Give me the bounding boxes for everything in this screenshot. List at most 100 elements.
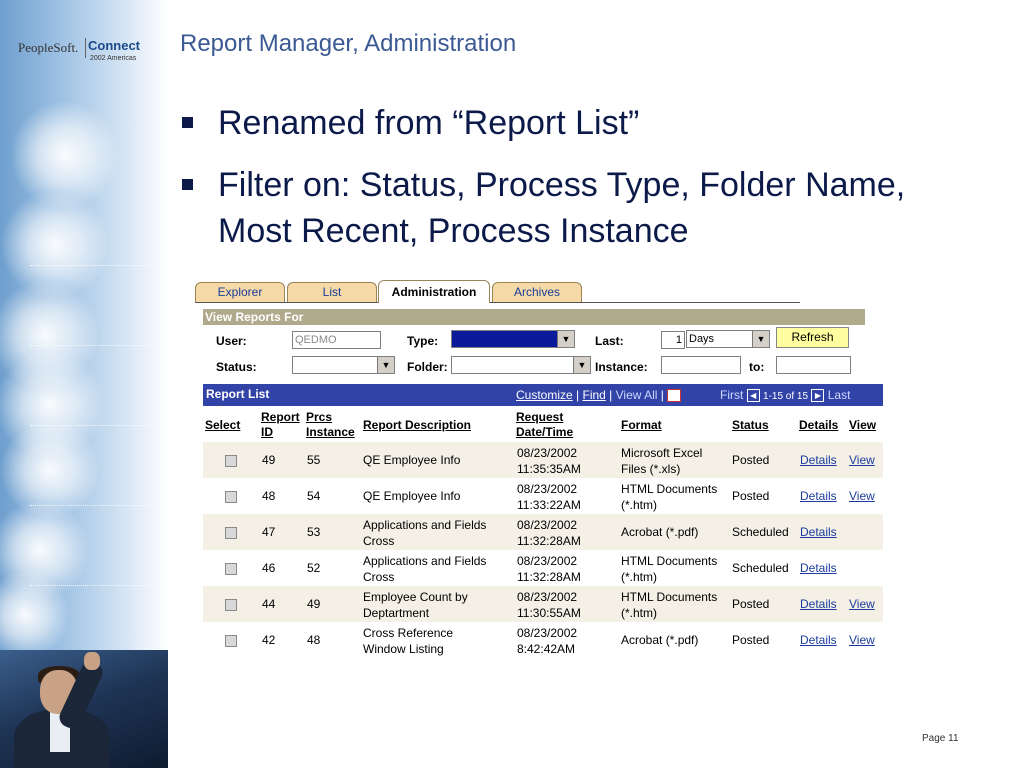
decor-line bbox=[30, 425, 160, 426]
report-id: 48 bbox=[262, 489, 276, 503]
status-label: Status: bbox=[216, 360, 257, 374]
table-row: 46 52 Applications and Fields Cross 08/2… bbox=[203, 550, 883, 586]
col-request-line2: Date/Time bbox=[516, 425, 574, 439]
first-label[interactable]: First bbox=[720, 388, 743, 402]
find-link[interactable]: Find bbox=[582, 388, 605, 402]
col-report-description[interactable]: Report Description bbox=[363, 418, 471, 433]
bullet-text: Filter on: Status, Process Type, Folder … bbox=[218, 166, 906, 250]
last-count-input[interactable]: 1 bbox=[661, 331, 685, 349]
select-checkbox[interactable] bbox=[225, 455, 237, 467]
col-details[interactable]: Details bbox=[799, 418, 838, 433]
select-checkbox[interactable] bbox=[225, 563, 237, 575]
chevron-down-icon: ▼ bbox=[752, 331, 769, 347]
report-id: 47 bbox=[262, 525, 276, 539]
type-label: Type: bbox=[407, 334, 439, 348]
select-checkbox[interactable] bbox=[225, 491, 237, 503]
select-checkbox[interactable] bbox=[225, 599, 237, 611]
table-row: 47 53 Applications and Fields Cross 08/2… bbox=[203, 514, 883, 550]
tab-archives[interactable]: Archives bbox=[492, 282, 582, 302]
report-description: Applications and Fields bbox=[363, 554, 487, 568]
report-description-line2: Cross bbox=[363, 570, 395, 584]
customize-link[interactable]: Customize bbox=[516, 388, 573, 402]
select-checkbox[interactable] bbox=[225, 527, 237, 539]
col-view[interactable]: View bbox=[849, 418, 876, 433]
col-report-id-line2: ID bbox=[261, 425, 273, 439]
download-spreadsheet-icon[interactable] bbox=[667, 389, 682, 403]
tab-explorer[interactable]: Explorer bbox=[195, 282, 285, 302]
format: Acrobat (*.pdf) bbox=[621, 525, 699, 539]
col-select[interactable]: Select bbox=[205, 418, 240, 433]
businessman-photo bbox=[0, 650, 168, 768]
request-time: 11:32:28AM bbox=[517, 534, 581, 548]
col-format[interactable]: Format bbox=[621, 418, 662, 433]
col-report-id-line1: Report bbox=[261, 410, 300, 424]
decor-line bbox=[30, 265, 160, 266]
page-range: 1-15 of 15 bbox=[763, 391, 809, 402]
request-date: 08/23/2002 bbox=[517, 554, 578, 568]
tab-list[interactable]: List bbox=[287, 282, 377, 302]
instance-to-input[interactable] bbox=[776, 356, 851, 374]
report-id: 44 bbox=[262, 597, 276, 611]
details-link[interactable]: Details bbox=[800, 452, 837, 468]
next-arrow-icon[interactable]: ▶ bbox=[811, 389, 825, 403]
prev-arrow-icon[interactable]: ◀ bbox=[746, 389, 760, 403]
view-link[interactable]: View bbox=[849, 452, 875, 468]
col-request-line1: Request bbox=[516, 410, 564, 424]
bullet-square-icon bbox=[182, 117, 193, 128]
view-link[interactable]: View bbox=[849, 488, 875, 504]
folder-select[interactable]: ▼ bbox=[451, 356, 591, 374]
view-link[interactable]: View bbox=[849, 596, 875, 612]
user-label: User: bbox=[216, 334, 247, 348]
user-input[interactable]: QEDMO bbox=[292, 331, 381, 349]
report-description-line2: Deptartment bbox=[363, 606, 430, 620]
view-all-link[interactable]: View All bbox=[616, 388, 658, 402]
report-description: Employee Count by bbox=[363, 590, 468, 604]
status: Posted bbox=[732, 453, 770, 467]
col-status[interactable]: Status bbox=[732, 418, 769, 433]
format: Acrobat (*.pdf) bbox=[621, 633, 699, 647]
chevron-down-icon: ▼ bbox=[573, 357, 590, 373]
col-report-id[interactable]: Report ID bbox=[261, 410, 300, 440]
refresh-button[interactable]: Refresh bbox=[776, 327, 849, 348]
report-description: Applications and Fields bbox=[363, 518, 487, 532]
status-select[interactable]: ▼ bbox=[292, 356, 395, 374]
col-prcs-instance[interactable]: Prcs Instance bbox=[306, 410, 355, 440]
request-time: 11:30:55AM bbox=[517, 606, 581, 620]
details-link[interactable]: Details bbox=[800, 560, 837, 576]
status: Scheduled bbox=[732, 525, 789, 539]
report-list-nav: Customize | Find | View All | bbox=[516, 388, 682, 403]
view-reports-for-header: View Reports For bbox=[203, 309, 865, 325]
details-link[interactable]: Details bbox=[800, 596, 837, 612]
last-unit-select[interactable]: Days ▼ bbox=[686, 330, 770, 348]
prcs-instance: 52 bbox=[307, 561, 321, 575]
details-link[interactable]: Details bbox=[800, 524, 837, 540]
view-link[interactable]: View bbox=[849, 632, 875, 648]
type-select[interactable]: ▼ bbox=[451, 330, 575, 348]
request-time: 11:35:35AM bbox=[517, 462, 581, 476]
details-link[interactable]: Details bbox=[800, 632, 837, 648]
report-description: Cross Reference bbox=[363, 626, 454, 640]
last-link[interactable]: Last bbox=[828, 388, 851, 402]
table-row: 48 54 QE Employee Info 08/23/2002 11:33:… bbox=[203, 478, 883, 514]
table-row: 49 55 QE Employee Info 08/23/2002 11:35:… bbox=[203, 442, 883, 478]
table-row: 42 48 Cross Reference Window Listing 08/… bbox=[203, 622, 883, 658]
format: HTML Documents bbox=[621, 482, 718, 496]
status: Posted bbox=[732, 489, 770, 503]
logo-subtitle: 2002 Americas bbox=[90, 55, 137, 62]
report-description-line2: Window Listing bbox=[363, 642, 444, 656]
report-description: QE Employee Info bbox=[363, 453, 461, 467]
report-list-title: Report List bbox=[206, 387, 270, 401]
select-checkbox[interactable] bbox=[225, 635, 237, 647]
tab-administration[interactable]: Administration bbox=[378, 280, 490, 303]
format: Microsoft Excel bbox=[621, 446, 703, 460]
instance-from-input[interactable] bbox=[661, 356, 741, 374]
col-prcs-line2: Instance bbox=[306, 425, 355, 439]
table-row: 44 49 Employee Count by Deptartment 08/2… bbox=[203, 586, 883, 622]
col-request-datetime[interactable]: Request Date/Time bbox=[516, 410, 573, 440]
report-id: 49 bbox=[262, 453, 276, 467]
prcs-instance: 55 bbox=[307, 453, 321, 467]
report-id: 42 bbox=[262, 633, 276, 647]
details-link[interactable]: Details bbox=[800, 488, 837, 504]
format: HTML Documents bbox=[621, 554, 718, 568]
report-manager-screenshot: Explorer List Administration Archives Vi… bbox=[195, 278, 885, 668]
